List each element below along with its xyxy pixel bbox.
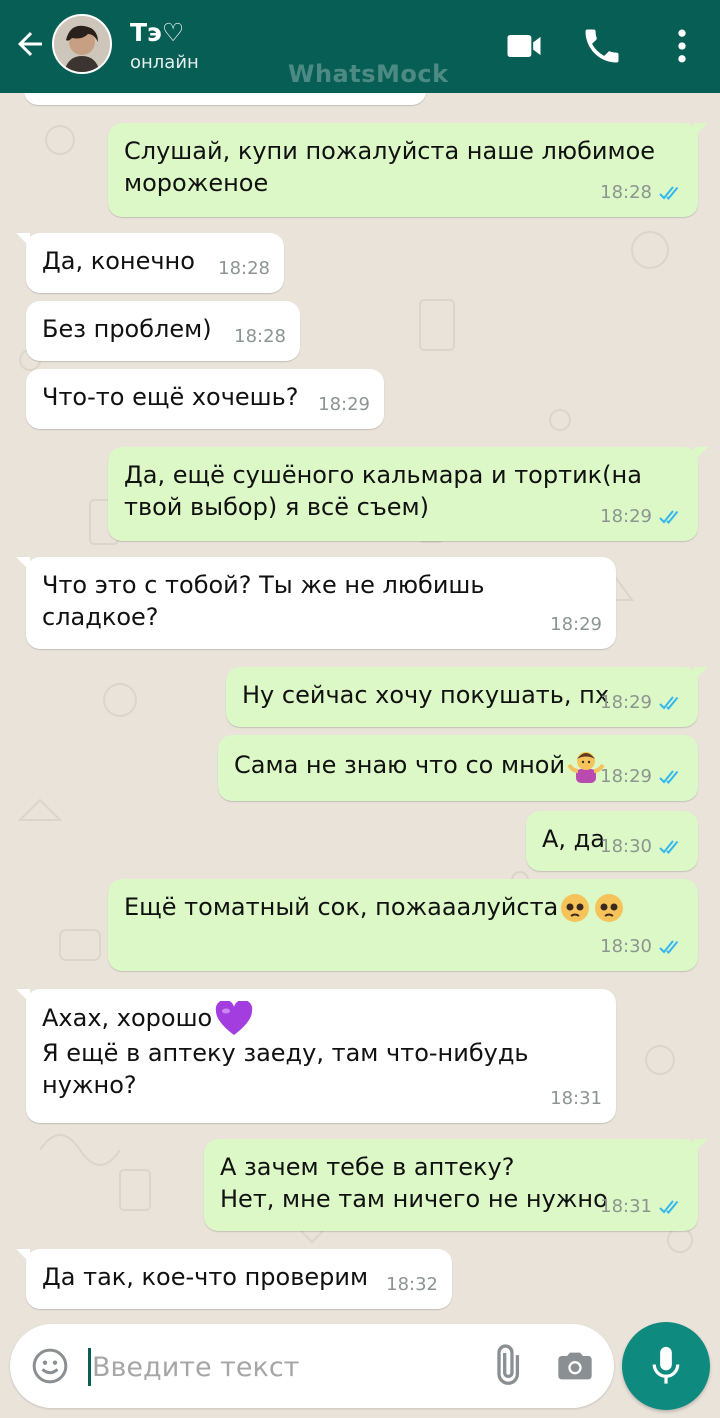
message-bubble-outgoing[interactable]: Да, ещё сушёного кальмара и тортик(на тв… <box>108 447 708 541</box>
message-bubble-outgoing[interactable]: Слушай, купи пожалуйста наше любимое мор… <box>108 123 708 217</box>
message-meta: 18:30 <box>600 931 684 963</box>
back-arrow-icon[interactable] <box>12 26 48 62</box>
message-time: 18:29 <box>550 614 602 635</box>
message-line: Ахах, хорошо <box>42 1001 600 1037</box>
message-meta: 18:29 <box>600 761 684 793</box>
message-text: Слушай, купи пожалуйста наше любимое мор… <box>124 137 656 197</box>
message-time: 18:29 <box>600 766 652 787</box>
message-bubble-incoming[interactable]: Да так, кое-что проверим 18:32 <box>16 1249 452 1309</box>
message-bubble-outgoing[interactable]: Сама не знаю что со мной 18:29 <box>218 735 698 801</box>
message-text: Без проблем) <box>42 315 212 343</box>
message-text-line2: Я ещё в аптеку заеду, там что-нибудь нуж… <box>42 1039 529 1099</box>
read-receipt-icon <box>659 510 679 524</box>
message-time: 18:29 <box>600 692 652 713</box>
message-meta: 18:29 <box>318 389 370 421</box>
message-bubble-outgoing[interactable]: А, да 18:30 <box>526 811 698 871</box>
message-bubble-outgoing[interactable]: Ещё томатный сок, пожааалуйста 18:30 <box>108 879 698 971</box>
message-time: 18:29 <box>318 394 370 415</box>
read-receipt-icon <box>659 770 679 784</box>
watermark: WhatsMock <box>288 60 449 88</box>
read-receipt-icon <box>659 840 679 854</box>
message-bubble-incoming[interactable]: Что это с тобой? Ты же не любишь сладкое… <box>16 557 616 649</box>
message-text: Ещё томатный сок, пожааалуйста <box>124 893 559 921</box>
message-text: Да, ещё сушёного кальмара и тортик(на тв… <box>124 461 642 521</box>
message-meta: 18:29 <box>550 609 602 641</box>
message-bubble-outgoing[interactable]: А зачем тебе в аптеку? Нет, мне там ниче… <box>204 1139 708 1231</box>
message-text: Ну сейчас хочу покушать, пх <box>242 681 610 709</box>
read-receipt-icon <box>659 186 679 200</box>
contact-name[interactable]: Тэ♡ <box>130 18 184 47</box>
message-time: 18:28 <box>218 258 270 279</box>
read-receipt-icon <box>659 940 679 954</box>
message-meta: 18:28 <box>234 321 286 353</box>
message-time: 18:32 <box>386 1274 438 1295</box>
message-meta: 18:31 <box>600 1191 684 1223</box>
message-meta: 18:31 <box>550 1083 602 1115</box>
mic-icon <box>652 1346 680 1384</box>
message-bubble-incoming[interactable]: Без проблем) 18:28 <box>26 301 300 361</box>
message-text: Что это с тобой? Ты же не любишь сладкое… <box>42 571 485 631</box>
message-meta: 18:32 <box>386 1269 438 1301</box>
avatar[interactable] <box>52 14 112 74</box>
message-composer <box>10 1324 614 1408</box>
contact-status: онлайн <box>130 52 199 73</box>
attach-icon[interactable] <box>484 1344 528 1388</box>
voice-call-icon[interactable] <box>580 24 624 68</box>
mic-button[interactable] <box>622 1322 710 1410</box>
avatar-image <box>54 16 110 72</box>
message-bubble-incoming[interactable]: Ахах, хорошо Я ещё в аптеку заеду, там ч… <box>16 989 616 1123</box>
message-text: А, да <box>542 825 605 853</box>
message-text: Что-то ещё хочешь? <box>42 383 299 411</box>
message-meta: 18:28 <box>600 177 684 209</box>
chat-header: Тэ♡ онлайн WhatsMock <box>0 0 720 93</box>
message-text: Да так, кое-что проверим <box>42 1263 369 1291</box>
camera-icon[interactable] <box>554 1346 596 1386</box>
message-time: 18:28 <box>600 182 652 203</box>
message-meta: 18:28 <box>218 253 270 285</box>
message-input[interactable] <box>90 1340 474 1394</box>
pleading-face-emoji <box>561 894 624 922</box>
message-bubble-outgoing[interactable]: Ну сейчас хочу покушать, пх 18:29 <box>226 667 708 727</box>
read-receipt-icon <box>659 1200 679 1214</box>
message-bubble-incoming[interactable]: Да, конечно 18:28 <box>16 233 284 293</box>
purple-heart-emoji <box>216 1001 253 1035</box>
more-vert-icon[interactable] <box>660 24 704 68</box>
message-text: Сама не знаю что со мной <box>234 751 566 779</box>
message-meta: 18:29 <box>600 501 684 533</box>
message-meta: 18:29 <box>600 687 684 719</box>
video-call-icon[interactable] <box>502 24 546 68</box>
message-time: 18:31 <box>550 1088 602 1109</box>
message-time: 18:28 <box>234 326 286 347</box>
message-bubble-incoming[interactable]: Что-то ещё хочешь? 18:29 <box>26 369 384 429</box>
emoji-icon[interactable] <box>30 1346 70 1386</box>
message-list[interactable]: Слушай, купи пожалуйста наше любимое мор… <box>0 73 720 1323</box>
read-receipt-icon <box>659 696 679 710</box>
message-time: 18:29 <box>600 506 652 527</box>
message-text: Да, конечно <box>42 247 195 275</box>
message-text: А зачем тебе в аптеку? Нет, мне там ниче… <box>220 1153 608 1213</box>
message-meta: 18:30 <box>600 831 684 863</box>
message-time: 18:30 <box>600 836 652 857</box>
message-text: Ахах, хорошо <box>42 1004 213 1032</box>
message-time: 18:31 <box>600 1196 652 1217</box>
message-time: 18:30 <box>600 936 652 957</box>
